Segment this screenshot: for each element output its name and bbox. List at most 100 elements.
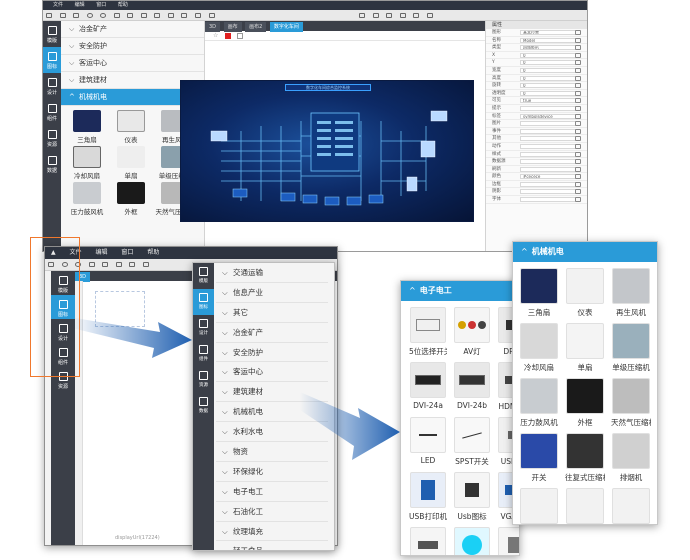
menu-edit[interactable]: 编辑 bbox=[75, 2, 85, 8]
strip-design-3[interactable]: 设计 bbox=[193, 315, 214, 341]
strip-data[interactable]: 数据 bbox=[43, 151, 61, 177]
save-icon[interactable] bbox=[426, 13, 433, 18]
electronics-symbol[interactable]: DVI-24a bbox=[409, 362, 447, 413]
category-safety[interactable]: ⌵ 安全防护 bbox=[61, 38, 204, 55]
menu-window[interactable]: 窗口 bbox=[96, 2, 106, 8]
image-icon[interactable] bbox=[154, 13, 161, 18]
symbol-meter[interactable]: 仪表 bbox=[111, 110, 151, 144]
property-value-field[interactable]: 基本位置 bbox=[520, 30, 576, 35]
record-icon[interactable] bbox=[225, 33, 231, 39]
property-value-field[interactable]: 0 bbox=[520, 52, 576, 58]
symbol-cooling-fan[interactable]: 冷却风扇 bbox=[67, 146, 107, 180]
property-value-field[interactable]: 0 bbox=[520, 75, 576, 81]
category-metallurgy[interactable]: ⌵ 冶金矿产 bbox=[61, 21, 204, 38]
menu-help-2[interactable]: 帮助 bbox=[147, 249, 159, 256]
edit-icon[interactable] bbox=[575, 45, 581, 51]
category-transport-center[interactable]: ⌵ 客运中心 bbox=[61, 55, 204, 72]
mechanical-symbol[interactable]: 仪表 bbox=[565, 268, 605, 319]
edit-icon[interactable] bbox=[575, 67, 581, 73]
menu-window-2[interactable]: 窗口 bbox=[121, 249, 133, 256]
edit-icon[interactable] bbox=[575, 181, 581, 187]
rect-icon[interactable] bbox=[73, 13, 80, 18]
mechanical-symbol[interactable]: 冷却风扇 bbox=[519, 323, 559, 374]
property-value-field[interactable]: true bbox=[520, 98, 576, 104]
edit-icon[interactable] bbox=[575, 166, 581, 172]
mechanical-symbol[interactable]: 天然气压缩机 bbox=[611, 378, 651, 429]
text-icon[interactable] bbox=[140, 13, 147, 18]
property-value-field[interactable] bbox=[520, 151, 576, 157]
open-icon[interactable] bbox=[59, 13, 66, 18]
property-value-field[interactable] bbox=[520, 105, 576, 111]
edit-icon[interactable] bbox=[575, 159, 581, 165]
electronics-symbol[interactable]: DVI-24b bbox=[453, 362, 491, 413]
symbol-tri-fan[interactable]: 三角扇 bbox=[67, 110, 107, 144]
category-menu-item[interactable]: ⌵ 环保绿化 bbox=[216, 462, 328, 482]
electronics-symbol[interactable]: 电源 bbox=[497, 527, 519, 555]
property-value-field[interactable] bbox=[520, 181, 576, 187]
strip-design[interactable]: 设计 bbox=[43, 73, 61, 99]
mechanical-symbol[interactable]: 单级压缩机 bbox=[611, 323, 651, 374]
property-value-field[interactable] bbox=[520, 159, 576, 165]
square-icon[interactable] bbox=[237, 33, 243, 39]
category-menu-item[interactable]: ⌵ 纹理填充 bbox=[216, 522, 328, 542]
menu-edit-2[interactable]: 编辑 bbox=[95, 249, 107, 256]
edit-icon[interactable] bbox=[575, 52, 581, 58]
property-value-field[interactable]: symbolsdevice bbox=[520, 113, 576, 119]
property-value-field[interactable]: Model bbox=[520, 37, 576, 43]
strip-component[interactable]: 组件 bbox=[43, 99, 61, 125]
mechanical-symbol[interactable]: 开关 bbox=[519, 433, 559, 484]
electronics-symbol[interactable]: AV灯 bbox=[453, 307, 491, 358]
strip-component-3[interactable]: 组件 bbox=[193, 341, 214, 367]
polygon-icon[interactable] bbox=[88, 262, 95, 267]
property-value-field[interactable] bbox=[520, 197, 576, 203]
edit-icon[interactable] bbox=[575, 37, 581, 43]
align-icon[interactable] bbox=[208, 13, 215, 18]
edit-icon[interactable] bbox=[575, 189, 581, 195]
star-icon[interactable]: ☆ bbox=[213, 32, 218, 39]
category-menu-item[interactable]: ⌵ 物资 bbox=[216, 443, 328, 462]
group-icon[interactable] bbox=[195, 13, 202, 18]
image-icon[interactable] bbox=[129, 262, 136, 267]
new-icon[interactable] bbox=[46, 13, 52, 18]
property-value-field[interactable]: 四角矩形 bbox=[520, 45, 576, 51]
category-menu-item[interactable]: ⌵ 石油化工 bbox=[216, 502, 328, 522]
mechanical-symbol[interactable]: 三角扇 bbox=[519, 268, 559, 319]
category-menu-item[interactable]: ⌵ 冶金矿产 bbox=[216, 323, 328, 343]
strip-icons-3[interactable]: 图标 bbox=[193, 289, 214, 315]
property-value-field[interactable]: 0 bbox=[520, 90, 576, 96]
edit-icon[interactable] bbox=[575, 83, 581, 89]
grid-icon[interactable] bbox=[399, 13, 406, 18]
category-menu-item[interactable]: ⌵ 其它 bbox=[216, 303, 328, 323]
strip-data-3[interactable]: 数据 bbox=[193, 393, 214, 419]
zoom-icon[interactable] bbox=[386, 13, 393, 18]
circle-icon[interactable] bbox=[86, 13, 93, 18]
category-menu-item[interactable]: ⌵ 建筑建材 bbox=[216, 383, 328, 403]
line-icon[interactable] bbox=[102, 262, 109, 267]
edit-icon[interactable] bbox=[575, 75, 581, 81]
category-menu-item[interactable]: ⌵ 安全防护 bbox=[216, 343, 328, 363]
curve-icon[interactable] bbox=[167, 13, 174, 18]
strip-resource-3[interactable]: 资源 bbox=[193, 367, 214, 393]
category-menu-item[interactable]: ⌵ 信息产业 bbox=[216, 283, 328, 303]
edit-icon[interactable] bbox=[575, 98, 581, 104]
edit-icon[interactable] bbox=[575, 151, 581, 157]
category-menu-item[interactable]: ⌵ 机械机电 bbox=[216, 403, 328, 423]
edit-icon[interactable] bbox=[575, 197, 581, 203]
menu-file[interactable]: 文件 bbox=[53, 2, 63, 8]
mechanical-symbol[interactable]: 往复式压缩机 bbox=[565, 433, 605, 484]
mechanical-symbol[interactable]: 再生风机 bbox=[611, 268, 651, 319]
electronics-symbol[interactable]: Usb图标 bbox=[453, 472, 491, 523]
property-value-field[interactable] bbox=[520, 189, 576, 195]
mechanical-symbol[interactable] bbox=[565, 488, 605, 524]
property-value-field[interactable]: #cecece bbox=[520, 174, 576, 180]
property-value-field[interactable] bbox=[520, 136, 576, 142]
electronics-symbol[interactable]: USB打印机 bbox=[409, 472, 447, 523]
pen-icon[interactable] bbox=[181, 13, 188, 18]
property-value-field[interactable]: 0 bbox=[520, 60, 576, 66]
property-value-field[interactable] bbox=[520, 128, 576, 134]
category-menu-item[interactable]: ⌵ 水利水电 bbox=[216, 423, 328, 443]
category-menu-item[interactable]: ⌵ 客运中心 bbox=[216, 363, 328, 383]
strip-icons[interactable]: 图标 bbox=[43, 47, 61, 73]
pen-icon[interactable] bbox=[142, 262, 149, 267]
symbol-single-fan[interactable]: 单扇 bbox=[111, 146, 151, 180]
